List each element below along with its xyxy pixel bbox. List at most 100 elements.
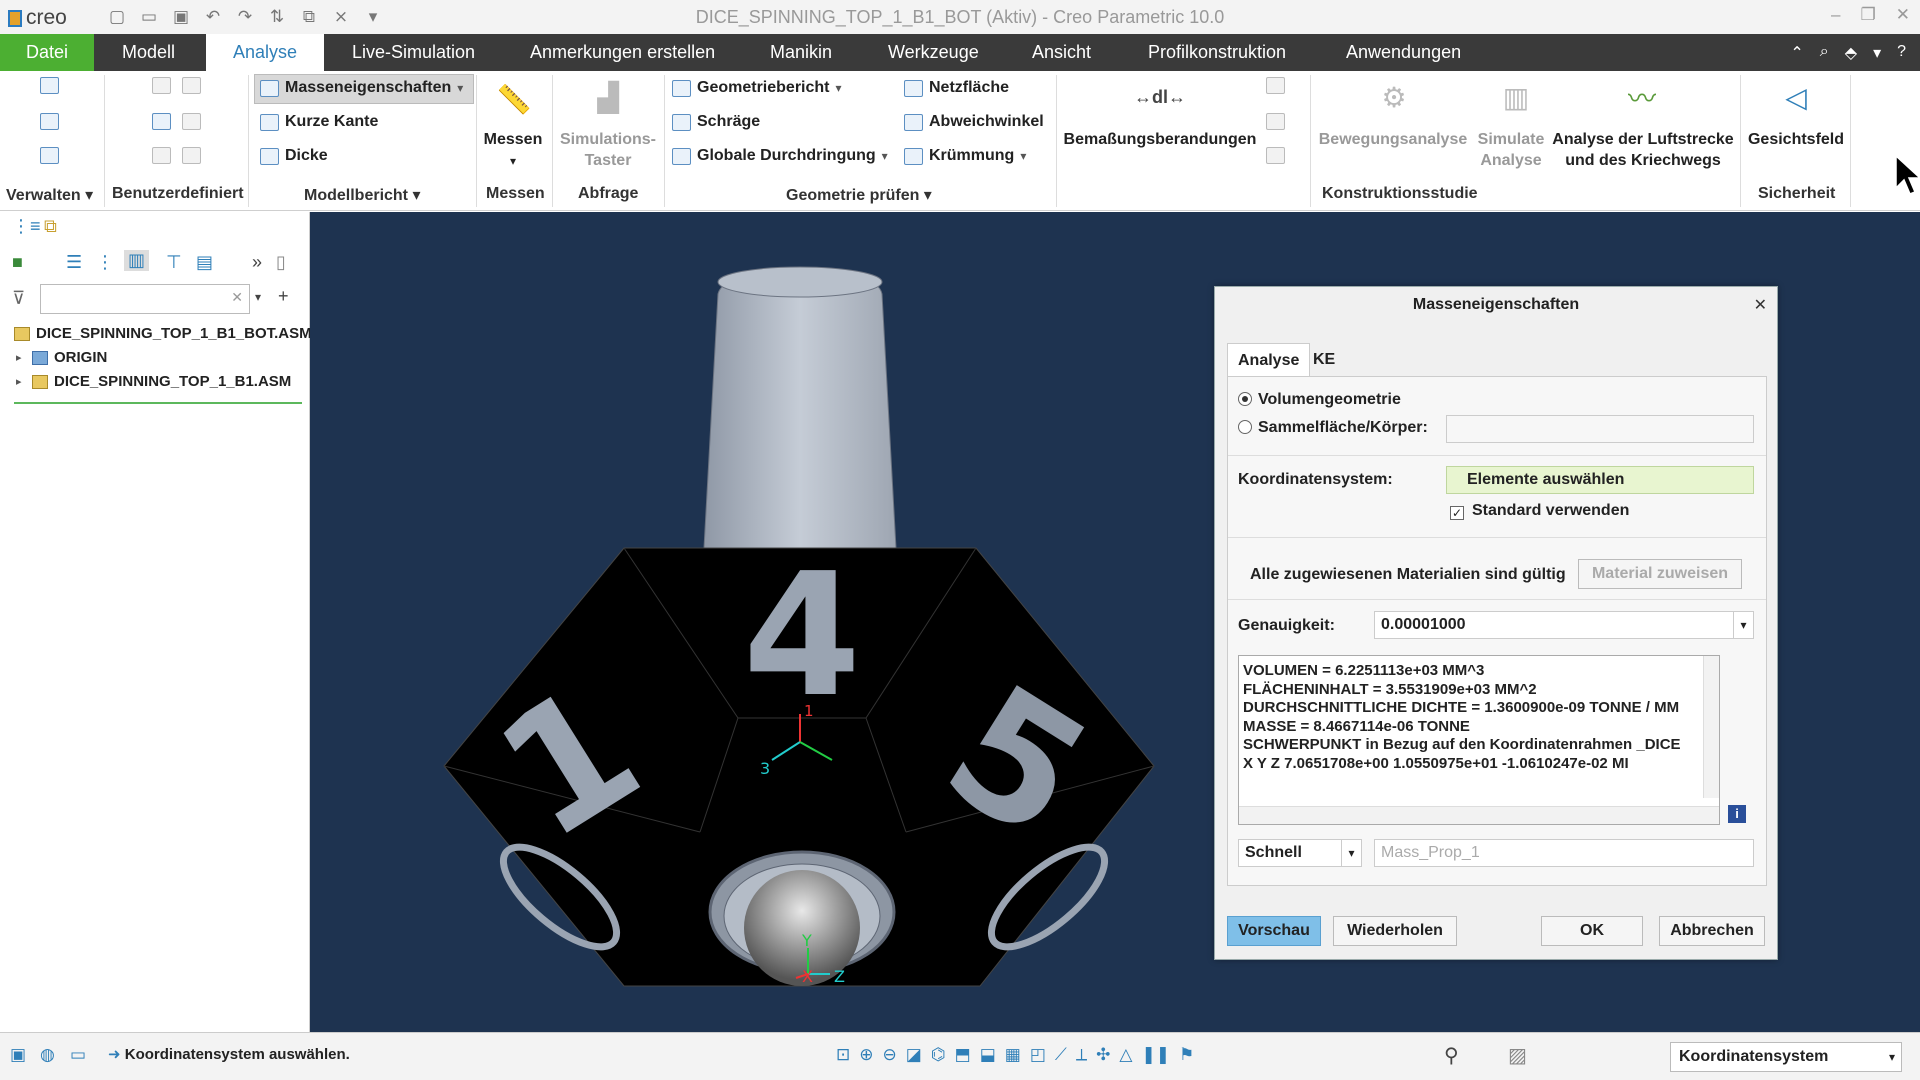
chevron-down-icon[interactable]: ▾ — [1733, 612, 1753, 638]
saved-orientations-icon[interactable]: ⬒ — [955, 1045, 971, 1065]
external-analysis-icon[interactable] — [152, 147, 171, 164]
datum-display-icon[interactable]: ⟋ — [1055, 1045, 1067, 1065]
clear-search-icon[interactable]: ✕ — [231, 289, 243, 306]
info-icon[interactable]: i — [1728, 805, 1746, 823]
learning-icon[interactable]: ⬘ — [1845, 43, 1857, 63]
field-of-view-icon[interactable]: ◁ — [1772, 75, 1820, 119]
group-geometrie-pruefen[interactable]: Geometrie prüfen ▾ — [786, 185, 932, 205]
netzflaeche-button[interactable]: Netzfläche — [904, 79, 1009, 97]
model-icon[interactable]: ■ — [12, 252, 23, 273]
columns-icon[interactable]: ▥ — [124, 250, 150, 271]
selection-filter-select[interactable]: Koordinatensystem ▾ — [1670, 1042, 1902, 1072]
mode-select[interactable]: Schnell ▾ — [1238, 839, 1362, 867]
graph-icon[interactable] — [40, 147, 59, 164]
zoom-in-icon[interactable]: ⊕ — [859, 1045, 873, 1065]
vertical-scrollbar[interactable] — [1703, 656, 1719, 798]
tree-filter-icon[interactable]: ⊤ — [166, 252, 182, 273]
dimension-boundary-icon[interactable]: ↔dl↔ — [1134, 75, 1186, 119]
tab-analyse-dialog[interactable]: Analyse — [1227, 343, 1311, 377]
notes-icon[interactable]: ▯ — [276, 252, 286, 273]
tab-anwendungen[interactable]: Anwendungen — [1336, 34, 1471, 71]
globale-durchdringung-button[interactable]: Globale Durchdringung ▾ — [672, 147, 888, 165]
excel-analysis-icon[interactable] — [182, 77, 201, 94]
radio-button[interactable] — [1238, 392, 1252, 406]
clearance-creepage-icon[interactable]: 〰 — [1618, 75, 1666, 119]
add-filter-icon[interactable]: + — [278, 286, 289, 307]
binoculars-icon[interactable]: ⚲ — [1444, 1043, 1459, 1068]
search-options-icon[interactable]: ▾ — [255, 290, 261, 304]
restore-icon[interactable]: ❐ — [1861, 5, 1876, 25]
tree-view-icon[interactable]: ☰ — [66, 252, 82, 273]
tab-datei[interactable]: Datei — [0, 34, 94, 71]
bemassungsberandungen-button[interactable]: Bemaßungsberandungen — [1062, 129, 1258, 150]
search-icon[interactable]: ⌕ — [1820, 43, 1829, 63]
tree-settings-icon[interactable]: ▤ — [196, 252, 213, 273]
tab-manikin[interactable]: Manikin — [760, 34, 842, 71]
dicke-button[interactable]: Dicke — [260, 147, 328, 165]
chevron-right-icon[interactable]: ▸ — [16, 351, 26, 364]
tab-werkzeuge[interactable]: Werkzeuge — [878, 34, 989, 71]
group-verwalten[interactable]: Verwalten ▾ — [6, 185, 93, 205]
chevron-right-icon[interactable]: ▸ — [16, 375, 26, 388]
tab-ke[interactable]: KE — [1303, 343, 1345, 377]
tree-root[interactable]: DICE_SPINNING_TOP_1_B1_BOT.ASM — [14, 325, 312, 342]
tab-modell[interactable]: Modell — [112, 34, 185, 71]
minimize-icon[interactable]: – — [1831, 5, 1840, 25]
tab-anmerkungen[interactable]: Anmerkungen erstellen — [520, 34, 725, 71]
refit-icon[interactable]: ⊡ — [836, 1045, 850, 1065]
masseneigenschaften-button[interactable]: Masseneigenschaften ▾ — [260, 79, 463, 97]
view-manager-icon[interactable]: ▦ — [1005, 1045, 1021, 1065]
chevron-down-icon[interactable]: ▾ — [1341, 840, 1361, 866]
display-style-icon[interactable]: ⬓ — [980, 1045, 996, 1065]
browser-toggle-icon[interactable]: ◍ — [40, 1045, 55, 1065]
results-textbox[interactable]: VOLUMEN = 6.2251113e+03 MM^3 FLÄCHENINHA… — [1238, 655, 1720, 825]
m-prime-icon[interactable] — [182, 113, 201, 130]
close-icon[interactable]: ✕ — [1896, 5, 1910, 25]
annotations-icon[interactable]: △ — [1119, 1045, 1132, 1065]
help-icon[interactable]: ? — [1897, 43, 1906, 63]
group-modellbericht[interactable]: Modellbericht ▾ — [304, 185, 421, 205]
tree-item[interactable]: ▸ DICE_SPINNING_TOP_1_B1.ASM — [16, 373, 291, 390]
manage-analysis-icon[interactable] — [40, 77, 59, 94]
table-icon[interactable] — [152, 113, 171, 130]
tree-item[interactable]: ▸ ORIGIN — [16, 349, 107, 366]
standard-checkbox[interactable]: ✓ Standard verwenden — [1450, 502, 1629, 520]
collapse-ribbon-icon[interactable]: ⌃ — [1790, 43, 1803, 63]
selection-filter-icon[interactable]: ▨ — [1508, 1043, 1527, 1068]
luftstrecke-button[interactable]: Analyse der Luftstrecke und des Kriechwe… — [1550, 129, 1736, 171]
custom-analysis-icon[interactable] — [152, 77, 171, 94]
kruemmung-button[interactable]: Krümmung ▾ — [904, 147, 1026, 165]
pause-icon[interactable]: ❚❚ — [1141, 1045, 1170, 1065]
cancel-button[interactable]: Abbrechen — [1659, 916, 1765, 946]
radio-sammelflaeche[interactable]: Sammelfläche/Körper: — [1238, 419, 1428, 437]
section-icon[interactable]: ⌬ — [931, 1045, 946, 1065]
schraege-button[interactable]: Schräge — [672, 113, 760, 131]
layer-view-icon[interactable]: ⋮ — [96, 252, 114, 273]
tab-profilkonstruktion[interactable]: Profilkonstruktion — [1138, 34, 1296, 71]
chevron-down-icon[interactable]: ▾ — [1889, 1043, 1895, 1071]
messen-button[interactable]: Messen ▾ — [480, 129, 546, 172]
fullscreen-icon[interactable]: ▭ — [70, 1045, 86, 1065]
horizontal-scrollbar[interactable] — [1239, 806, 1719, 824]
tab-ansicht[interactable]: Ansicht — [1022, 34, 1101, 71]
kurze-kante-button[interactable]: Kurze Kante — [260, 113, 378, 131]
geometriebericht-button[interactable]: Geometriebericht ▾ — [672, 79, 842, 97]
zoom-out-icon[interactable]: ⊖ — [883, 1045, 897, 1065]
user-defined-icon[interactable] — [182, 147, 201, 164]
csys-select-field[interactable]: Elemente auswählen — [1446, 466, 1754, 494]
close-icon[interactable]: ✕ — [1754, 295, 1767, 315]
radio-button[interactable] — [1238, 420, 1252, 434]
feature-name-input[interactable]: Mass_Prop_1 — [1374, 839, 1754, 867]
spin-center-icon[interactable]: ✣ — [1096, 1045, 1110, 1065]
surface-collector-field[interactable] — [1446, 415, 1754, 443]
expand-more-icon[interactable]: » — [252, 252, 262, 273]
preview-button[interactable]: Vorschau — [1227, 916, 1321, 946]
navigator-toggle-icon[interactable]: ▣ — [10, 1045, 26, 1065]
model-tree-tab-icon[interactable]: ⋮≡ — [12, 216, 41, 237]
chevron-down-icon[interactable]: ▾ — [1873, 43, 1881, 63]
checkbox[interactable]: ✓ — [1450, 506, 1464, 520]
radio-volumengeometrie[interactable]: Volumengeometrie — [1238, 391, 1401, 409]
tab-analyse[interactable]: Analyse — [206, 34, 324, 71]
save-analysis-icon[interactable] — [40, 113, 59, 130]
repeat-button[interactable]: Wiederholen — [1333, 916, 1457, 946]
